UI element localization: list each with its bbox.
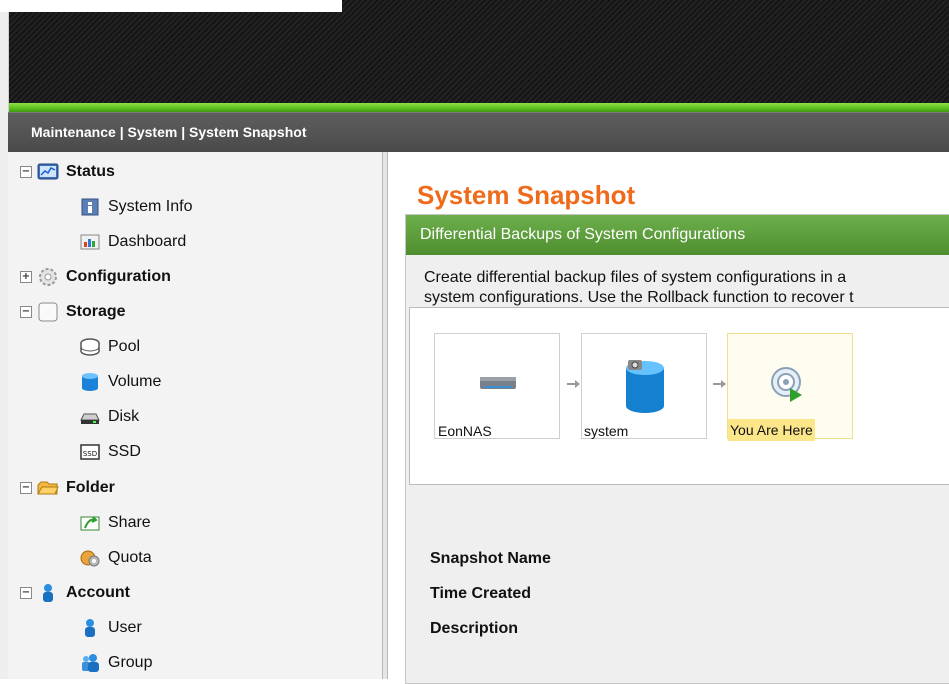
expand-toggle[interactable]: + [20, 271, 32, 283]
sidebar-item-volume[interactable]: Volume [79, 370, 161, 394]
top-banner [0, 0, 949, 103]
sidebar-item-storage[interactable]: − Storage [20, 300, 126, 324]
sidebar-item-pool[interactable]: Pool [79, 335, 140, 359]
status-chart-icon [37, 161, 59, 183]
sidebar-item-label: Configuration [66, 268, 171, 285]
share-icon [79, 512, 101, 534]
system-info-icon [79, 196, 101, 218]
sidebar-item-label: User [108, 619, 142, 636]
sidebar-item-ssd[interactable]: SSD SSD [79, 440, 141, 464]
sidebar-item-disk[interactable]: Disk [79, 405, 139, 429]
sidebar-item-status[interactable]: − Status [20, 160, 115, 184]
quota-icon [79, 547, 101, 569]
sidebar-item-label: Storage [66, 303, 126, 320]
panel-description: Create differential backup files of syst… [424, 268, 949, 308]
nas-device-icon [478, 372, 518, 399]
sidebar-item-share[interactable]: Share [79, 511, 151, 535]
ssd-icon: SSD [79, 441, 101, 463]
group-icon [79, 652, 101, 674]
snapshot-tree-box: EonNAS system You Are Here [409, 307, 949, 485]
banner-light-strip [0, 0, 342, 12]
sidebar-item-label: System Info [108, 198, 193, 215]
collapse-toggle[interactable]: − [20, 306, 32, 318]
description-line: system configurations. Use the Rollback … [424, 289, 854, 306]
snapshot-node-label-current: You Are Here [728, 419, 815, 441]
sidebar-item-label: Group [108, 654, 153, 671]
description-line: Create differential backup files of syst… [424, 269, 847, 286]
volume-icon [79, 371, 101, 393]
sidebar-item-system-info[interactable]: System Info [79, 195, 192, 219]
collapse-toggle[interactable]: − [20, 587, 32, 599]
sidebar-item-label: SSD [108, 443, 141, 460]
disk-icon [79, 406, 101, 428]
sidebar-item-label: Quota [108, 549, 152, 566]
sidebar-item-quota[interactable]: Quota [79, 546, 152, 570]
sidebar-item-dashboard[interactable]: Dashboard [79, 230, 186, 254]
sidebar-item-group[interactable]: Group [79, 651, 152, 675]
pool-icon [79, 336, 101, 358]
dashboard-icon [79, 231, 101, 253]
snapshot-node-label: EonNAS [438, 423, 492, 439]
sidebar-item-account[interactable]: − Account [20, 581, 130, 605]
banner-green-line [8, 103, 949, 112]
sidebar-item-label: Account [66, 584, 130, 601]
sidebar-item-label: Dashboard [108, 233, 187, 250]
arrow-right-icon [567, 378, 581, 388]
account-icon [37, 582, 59, 604]
sidebar-item-label: Volume [108, 373, 162, 390]
svg-text:SSD: SSD [83, 450, 97, 458]
sidebar-item-user[interactable]: User [79, 616, 142, 640]
snapshot-node-label: system [584, 423, 629, 439]
sidebar-item-label: Folder [66, 479, 115, 496]
sidebar-item-label: Disk [108, 408, 140, 425]
current-position-icon [768, 364, 808, 409]
property-time-created: Time Created [430, 585, 532, 602]
property-description: Description [430, 620, 519, 637]
breadcrumb: Maintenance | System | System Snapshot [8, 112, 949, 152]
arrow-right-icon [713, 378, 727, 388]
page-title: System Snapshot [417, 180, 636, 210]
sidebar-item-label: Status [66, 163, 115, 180]
snapshot-panel: Differential Backups of System Configura… [405, 214, 949, 684]
collapse-toggle[interactable]: − [20, 482, 32, 494]
gear-icon [37, 266, 59, 288]
sidebar-item-configuration[interactable]: + Configuration [20, 265, 171, 289]
system-volume-icon [622, 358, 668, 421]
panel-header: Differential Backups of System Configura… [406, 215, 949, 255]
property-snapshot-name: Snapshot Name [430, 550, 551, 567]
sidebar-item-label: Pool [108, 338, 141, 355]
sidebar-item-folder[interactable]: − Folder [20, 476, 115, 500]
user-icon [79, 617, 101, 639]
folder-icon [37, 477, 59, 499]
main-content: System Snapshot Differential Backups of … [388, 152, 949, 684]
sidebar-tree: − Status System Info Dashboard + Configu… [8, 152, 383, 679]
collapse-toggle[interactable]: − [20, 166, 32, 178]
sidebar-item-label: Share [108, 514, 151, 531]
breadcrumb-text: Maintenance | System | System Snapshot [31, 124, 307, 140]
storage-icon [37, 301, 59, 323]
